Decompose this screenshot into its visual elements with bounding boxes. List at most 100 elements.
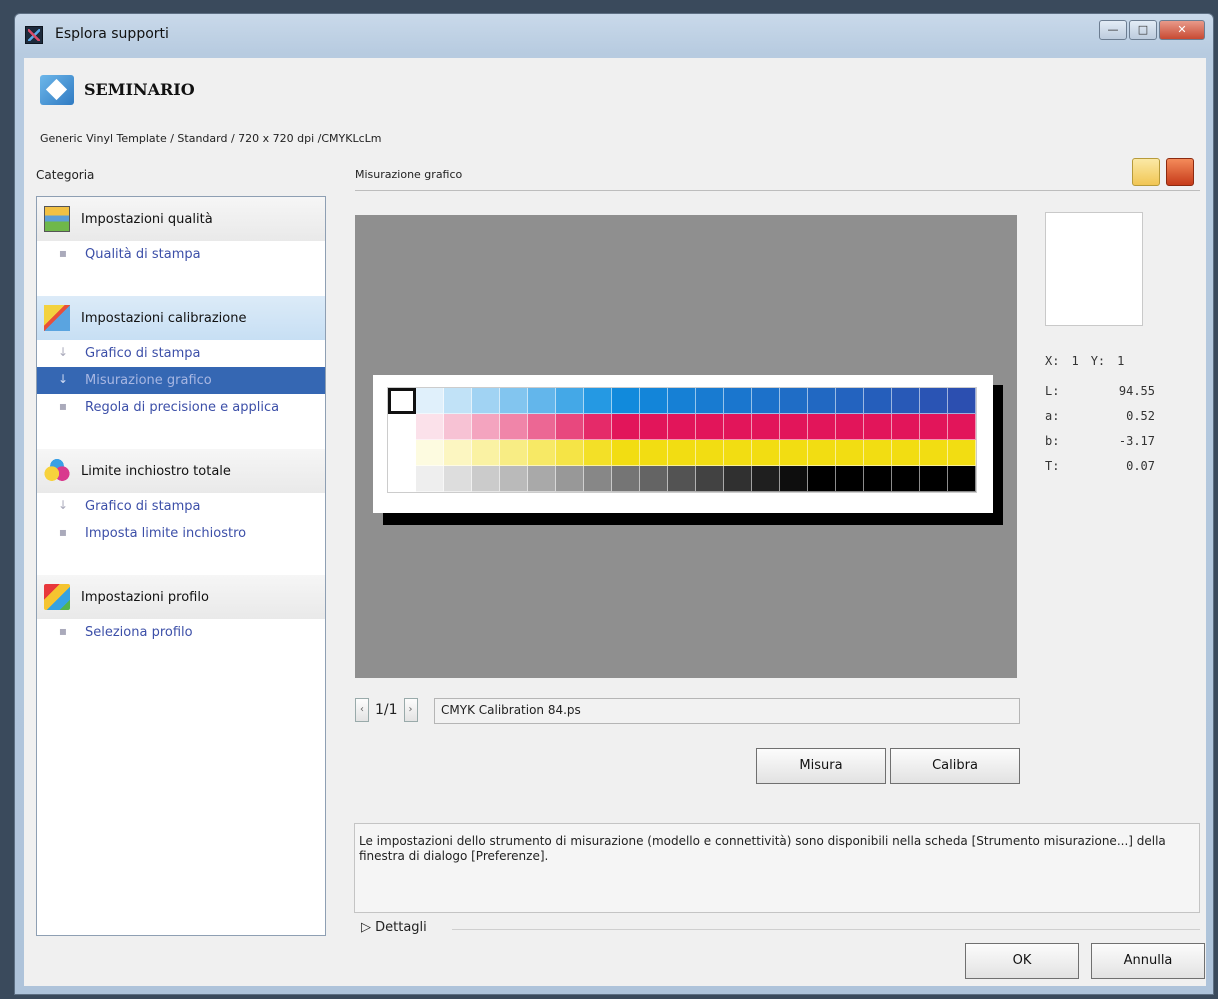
color-patch[interactable] (556, 466, 584, 492)
color-patch[interactable] (472, 414, 500, 440)
color-patch[interactable] (808, 440, 836, 466)
color-patch[interactable] (948, 440, 976, 466)
color-patch[interactable] (808, 388, 836, 414)
measure-button[interactable]: Misura (756, 748, 886, 784)
sidebar-item[interactable]: ↓ Grafico di stampa (37, 340, 325, 367)
color-patch[interactable] (640, 440, 668, 466)
color-patch[interactable] (612, 414, 640, 440)
color-patch[interactable] (864, 440, 892, 466)
color-patch[interactable] (948, 466, 976, 492)
sidebar-group-header[interactable]: Impostazioni profilo (37, 575, 325, 619)
details-toggle[interactable]: ▷ Dettagli (361, 920, 427, 935)
color-patch[interactable] (668, 440, 696, 466)
color-patch[interactable] (584, 388, 612, 414)
color-patch[interactable] (500, 466, 528, 492)
color-patch[interactable] (752, 440, 780, 466)
next-page-button[interactable]: › (403, 698, 418, 722)
color-patch[interactable] (416, 440, 444, 466)
color-patch[interactable] (752, 414, 780, 440)
color-patch[interactable] (696, 440, 724, 466)
sidebar-group-header[interactable]: Limite inchiostro totale (37, 449, 325, 493)
color-patch[interactable] (640, 414, 668, 440)
color-patch[interactable] (696, 466, 724, 492)
color-patch[interactable] (752, 466, 780, 492)
color-patch[interactable] (892, 466, 920, 492)
color-patch[interactable] (528, 414, 556, 440)
minimize-button[interactable]: — (1099, 20, 1127, 40)
color-patch[interactable] (780, 414, 808, 440)
prev-page-button[interactable]: ‹ (355, 698, 369, 722)
color-patch[interactable] (948, 414, 976, 440)
color-patch[interactable] (864, 414, 892, 440)
color-patch[interactable] (388, 440, 416, 466)
color-patch[interactable] (472, 388, 500, 414)
color-patch[interactable] (920, 466, 948, 492)
sidebar-item[interactable]: ▪ Seleziona profilo (37, 619, 325, 646)
color-patch[interactable] (584, 466, 612, 492)
color-patch[interactable] (612, 440, 640, 466)
color-patch[interactable] (416, 388, 444, 414)
maximize-button[interactable]: □ (1129, 20, 1157, 40)
color-patch[interactable] (416, 466, 444, 492)
close-button[interactable]: ✕ (1159, 20, 1205, 40)
color-patch[interactable] (864, 388, 892, 414)
color-patch[interactable] (584, 440, 612, 466)
color-patch[interactable] (500, 388, 528, 414)
color-patch[interactable] (892, 414, 920, 440)
sidebar-group-header[interactable]: Impostazioni qualità (37, 197, 325, 241)
color-patch[interactable] (780, 440, 808, 466)
color-patch[interactable] (892, 440, 920, 466)
color-patch[interactable] (500, 440, 528, 466)
sidebar-item[interactable]: ▪ Regola di precisione e applica (37, 394, 325, 421)
color-patch[interactable] (724, 388, 752, 414)
color-patch[interactable] (724, 414, 752, 440)
cancel-button[interactable]: Annulla (1091, 943, 1205, 979)
color-patch[interactable] (640, 388, 668, 414)
color-patch[interactable] (612, 388, 640, 414)
save-icon[interactable] (1166, 158, 1194, 186)
sidebar-item[interactable]: ↓ Misurazione grafico (37, 367, 325, 394)
color-patch[interactable] (808, 414, 836, 440)
color-patch[interactable] (444, 414, 472, 440)
color-patch[interactable] (528, 388, 556, 414)
color-patch[interactable] (920, 414, 948, 440)
color-patch[interactable] (640, 466, 668, 492)
color-patch[interactable] (948, 388, 976, 414)
color-patch[interactable] (528, 466, 556, 492)
color-patch[interactable] (836, 414, 864, 440)
color-patch[interactable] (444, 388, 472, 414)
ok-button[interactable]: OK (965, 943, 1079, 979)
color-patch[interactable] (444, 440, 472, 466)
color-patch[interactable] (920, 440, 948, 466)
color-patch[interactable] (724, 466, 752, 492)
color-patch[interactable] (584, 414, 612, 440)
patch-grid[interactable] (387, 387, 977, 493)
color-patch[interactable] (500, 414, 528, 440)
color-patch[interactable] (556, 388, 584, 414)
color-patch[interactable] (920, 388, 948, 414)
color-patch[interactable] (472, 440, 500, 466)
color-patch[interactable] (696, 414, 724, 440)
sidebar-group-header[interactable]: Impostazioni calibrazione (37, 296, 325, 340)
calibrate-button[interactable]: Calibra (890, 748, 1020, 784)
color-patch[interactable] (836, 388, 864, 414)
color-patch[interactable] (668, 466, 696, 492)
color-patch[interactable] (556, 414, 584, 440)
color-patch[interactable] (752, 388, 780, 414)
color-patch[interactable] (556, 440, 584, 466)
color-patch[interactable] (808, 466, 836, 492)
color-patch[interactable] (472, 466, 500, 492)
sidebar-item[interactable]: ↓ Grafico di stampa (37, 493, 325, 520)
title-bar[interactable]: Esplora supporti — □ ✕ (15, 14, 1213, 58)
color-patch[interactable] (388, 388, 416, 414)
color-patch[interactable] (444, 466, 472, 492)
sidebar-item[interactable]: ▪ Qualità di stampa (37, 241, 325, 268)
color-patch[interactable] (696, 388, 724, 414)
color-patch[interactable] (724, 440, 752, 466)
color-patch[interactable] (836, 440, 864, 466)
color-patch[interactable] (668, 388, 696, 414)
color-patch[interactable] (780, 466, 808, 492)
sidebar-item[interactable]: ▪ Imposta limite inchiostro (37, 520, 325, 547)
color-patch[interactable] (388, 466, 416, 492)
color-patch[interactable] (864, 466, 892, 492)
